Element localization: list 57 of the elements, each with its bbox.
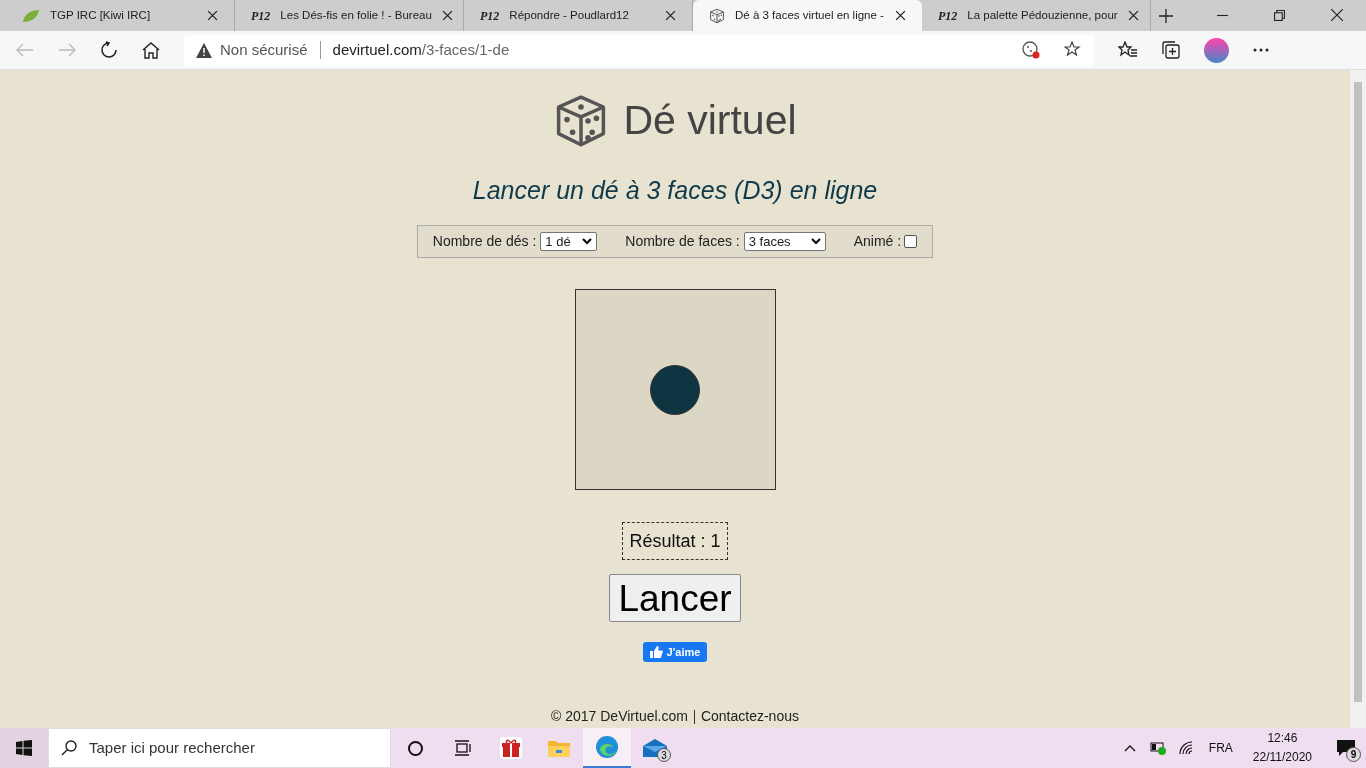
notification-badge: 9 (1346, 747, 1361, 762)
die-icon (709, 7, 725, 24)
dice-count-label: Nombre de dés : (432, 232, 537, 251)
language-indicator[interactable]: FRA (1208, 739, 1233, 757)
browser-tab[interactable]: Dé à 3 faces virtuel en ligne - (693, 0, 922, 31)
thumbs-up-icon (649, 646, 663, 658)
site-logo: P12 (938, 7, 958, 25)
profile-avatar[interactable] (1204, 37, 1229, 63)
favorite-star-icon[interactable] (1064, 41, 1082, 59)
windows-logo-icon (16, 740, 32, 756)
warning-icon (196, 42, 212, 58)
animated-label: Animé : (853, 232, 902, 251)
refresh-icon[interactable] (100, 41, 118, 59)
cookie-icon[interactable] (1022, 41, 1040, 59)
more-icon[interactable] (1253, 48, 1269, 52)
faces-select[interactable]: 3 faces (743, 232, 826, 251)
close-icon[interactable] (207, 10, 218, 21)
close-icon[interactable] (441, 10, 453, 21)
result-text: Résultat : 1 (622, 522, 728, 560)
collections-icon[interactable] (1162, 41, 1180, 59)
site-logo: P12 (480, 7, 500, 25)
favorites-list-icon[interactable] (1118, 41, 1138, 59)
page-subtitle: Lancer un dé à 3 faces (D3) en ligne (472, 174, 878, 206)
contact-link[interactable]: Contactez-nous (700, 706, 799, 727)
restore-icon[interactable] (1274, 10, 1285, 21)
animated-checkbox[interactable] (904, 235, 918, 248)
caret-icon (810, 238, 821, 245)
url-text: devirtuel.com/3-faces/1-de (332, 39, 511, 60)
copyright-text: © 2017 DeVirtuel.com (551, 707, 688, 726)
dice-count-select[interactable]: 1 dé (540, 232, 598, 251)
site-title: Dé virtuel (623, 96, 797, 145)
close-icon[interactable] (1331, 9, 1343, 21)
chevron-up-icon[interactable] (1123, 744, 1136, 752)
start-button[interactable] (0, 728, 48, 768)
mail-icon[interactable]: 3 (631, 728, 679, 768)
faces-label: Nombre de faces : (625, 232, 740, 251)
clock[interactable]: 12:46 22/11/2020 (1252, 729, 1312, 767)
leaf-icon (22, 8, 40, 23)
browser-taskbar-icon[interactable] (583, 728, 631, 768)
security-label: Non sécurisé (220, 39, 308, 60)
address-bar[interactable]: Non sécurisé devirtuel.com/3-faces/1-de (184, 34, 1094, 66)
close-icon[interactable] (665, 10, 676, 21)
scrollbar[interactable] (1350, 70, 1366, 728)
close-icon[interactable] (895, 10, 906, 21)
search-icon (61, 740, 77, 756)
notifications-icon[interactable]: 9 (1326, 728, 1366, 768)
caret-icon (582, 238, 593, 245)
home-icon[interactable] (142, 41, 160, 59)
like-button[interactable]: J'aime (642, 642, 708, 662)
site-logo: P12 (251, 7, 271, 25)
wifi-icon[interactable] (1178, 741, 1195, 755)
battery-icon[interactable] (1149, 741, 1167, 755)
die-pip (650, 364, 700, 415)
taskbar-search-field[interactable]: Taper ici pour rechercher (48, 728, 391, 768)
close-icon[interactable] (1127, 10, 1139, 21)
roll-button[interactable]: Lancer (609, 574, 741, 622)
mail-badge: 3 (657, 748, 671, 762)
